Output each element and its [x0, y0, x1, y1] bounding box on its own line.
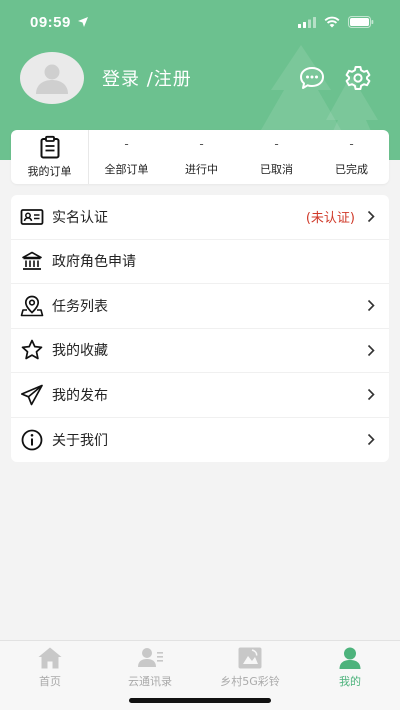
gear-icon [345, 66, 371, 90]
menu-item-real-name-verification[interactable]: 实名认证 (未认证) [11, 195, 389, 240]
star-icon [20, 338, 44, 362]
contacts-icon [138, 648, 163, 667]
menu-item-about-us[interactable]: 关于我们 [11, 418, 389, 463]
verification-status: (未认证) [305, 211, 355, 227]
menu-item-label: 政府角色申请 [52, 254, 136, 271]
chat-bubble-icon [300, 67, 324, 89]
menu-item-label: 任务列表 [52, 298, 108, 315]
header-actions [298, 64, 372, 92]
login-register-link[interactable]: 登录 /注册 [102, 65, 192, 91]
clipboard-icon [40, 135, 59, 159]
menu-list: 实名认证 (未认证) 政府角色申请 任务列表 我的收藏 我的发布 关于我们 [11, 195, 389, 462]
order-stat-cancelled[interactable]: - 已取消 [239, 130, 314, 184]
menu-item-label: 我的收藏 [52, 343, 108, 360]
settings-button[interactable] [344, 64, 372, 92]
orders-card: 我的订单 - 全部订单 - 进行中 - 已取消 - 已完成 [11, 130, 389, 184]
order-stat-completed[interactable]: - 已完成 [314, 130, 389, 184]
menu-item-label: 我的发布 [52, 387, 108, 404]
chevron-right-icon [365, 210, 377, 224]
menu-item-my-posts[interactable]: 我的发布 [11, 373, 389, 418]
tab-home[interactable]: 首页 [0, 641, 100, 710]
order-count: - [274, 137, 279, 151]
avatar[interactable] [20, 52, 84, 104]
order-count: - [199, 137, 204, 151]
chevron-right-icon [365, 343, 377, 357]
government-building-icon [20, 249, 44, 273]
order-stat-label: 已取消 [260, 163, 293, 176]
order-stat-label: 全部订单 [104, 163, 149, 176]
status-indicators [298, 16, 374, 28]
location-pin-icon [20, 294, 44, 318]
id-card-icon [20, 205, 44, 229]
chevron-right-icon [365, 299, 377, 313]
menu-item-label: 实名认证 [52, 209, 108, 226]
profile-section: 登录 /注册 [20, 52, 192, 104]
wifi-icon [324, 16, 340, 28]
my-orders-label: 我的订单 [27, 165, 72, 178]
menu-item-my-favorites[interactable]: 我的收藏 [11, 329, 389, 373]
order-count: - [349, 137, 354, 151]
chevron-right-icon [365, 388, 377, 402]
order-stat-all[interactable]: - 全部订单 [89, 130, 164, 184]
home-indicator [129, 698, 271, 703]
tab-label: 云通讯录 [128, 675, 172, 688]
info-icon [20, 428, 44, 452]
tab-mine[interactable]: 我的 [300, 641, 400, 710]
order-stat-in-progress[interactable]: - 进行中 [164, 130, 239, 184]
status-time: 09:59 [30, 14, 89, 31]
message-button[interactable] [298, 64, 326, 92]
status-bar: 09:59 [0, 0, 400, 44]
order-count: - [124, 137, 129, 151]
chevron-right-icon [365, 433, 377, 447]
order-stat-label: 已完成 [335, 163, 368, 176]
tab-label: 我的 [339, 675, 361, 688]
tab-label: 乡村5G彩铃 [220, 675, 280, 688]
cellular-signal-icon [298, 16, 316, 28]
my-orders-entry[interactable]: 我的订单 [11, 130, 89, 184]
menu-item-task-list[interactable]: 任务列表 [11, 284, 389, 329]
menu-item-government-role-application[interactable]: 政府角色申请 [11, 240, 389, 284]
menu-item-label: 关于我们 [52, 432, 108, 449]
clock-text: 09:59 [30, 13, 71, 31]
user-icon [339, 647, 361, 669]
paper-plane-icon [20, 383, 44, 407]
default-avatar-icon [36, 64, 68, 94]
battery-icon [348, 16, 374, 28]
ringtone-icon [238, 647, 262, 669]
tab-label: 首页 [39, 675, 61, 688]
order-stat-label: 进行中 [185, 163, 218, 176]
home-icon [38, 647, 62, 669]
location-arrow-icon [77, 17, 88, 27]
